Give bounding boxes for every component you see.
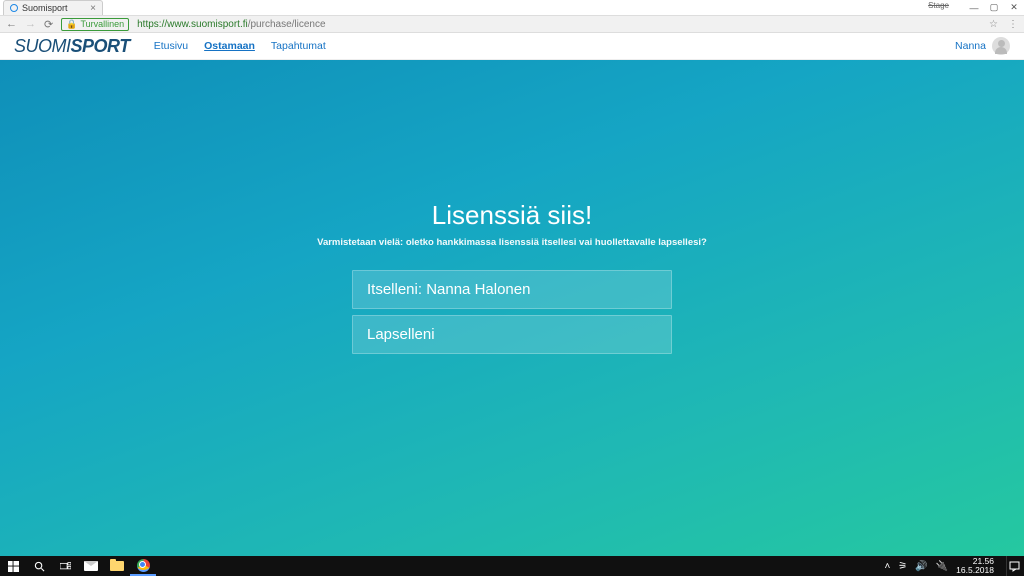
notifications-button[interactable] [1006,556,1022,576]
window-close-button[interactable]: ✕ [1004,0,1024,15]
date-label: 16.5.2018 [956,566,994,575]
taskbar-explorer[interactable] [104,556,130,576]
folder-icon [110,561,124,571]
lock-icon: 🔒 [66,19,77,30]
clock[interactable]: 21.56 16.5.2018 [956,557,998,575]
reload-icon[interactable]: ⟳ [44,18,53,31]
browser-tab[interactable]: Suomisport × [3,0,103,15]
app-header: SUOMISPORT Etusivu Ostamaan Tapahtumat N… [0,33,1024,60]
url-display[interactable]: https://www.suomisport.fi/purchase/licen… [137,19,325,30]
mail-icon [84,561,98,571]
tab-title: Suomisport [22,3,68,13]
brand-logo[interactable]: SUOMISPORT [14,36,130,57]
forward-icon: → [25,18,36,30]
window-titlebar: Suomisport × Stage — ▢ ✕ [0,0,1024,15]
tab-close-icon[interactable]: × [90,3,96,14]
option-child-button[interactable]: Lapselleni [352,315,672,354]
secure-badge[interactable]: 🔒 Turvallinen [61,18,129,31]
brand-part1: SUOMI [14,36,71,56]
star-icon[interactable]: ☆ [989,19,998,30]
tray-chevron-icon[interactable]: ˄ [884,561,890,572]
taskview-button[interactable] [52,556,78,576]
url-host: https://www.suomisport.fi [137,19,248,30]
window-controls: — ▢ ✕ [964,0,1024,15]
windows-icon [8,561,19,572]
start-button[interactable] [0,556,26,576]
url-path: /purchase/licence [248,19,326,30]
user-name: Nanna [955,40,986,52]
option-self-button[interactable]: Itselleni: Nanna Halonen [352,270,672,309]
taskbar-chrome[interactable] [130,556,156,576]
search-icon [34,561,45,572]
main-nav: Etusivu Ostamaan Tapahtumat [154,40,326,52]
maximize-button[interactable]: ▢ [984,0,1004,15]
hero-title: Lisenssiä siis! [432,200,592,231]
nav-home[interactable]: Etusivu [154,40,188,52]
nav-buy[interactable]: Ostamaan [204,40,255,52]
hero-section: Lisenssiä siis! Varmistetaan vielä: olet… [0,60,1024,556]
taskbar-mail[interactable] [78,556,104,576]
secure-label: Turvallinen [80,19,124,29]
taskview-icon [60,561,71,572]
chrome-icon [137,559,150,572]
system-tray: ˄ ⚞ 🔊 🔌 21.56 16.5.2018 [884,556,1024,576]
search-button[interactable] [26,556,52,576]
taskbar: ˄ ⚞ 🔊 🔌 21.56 16.5.2018 [0,556,1024,576]
nav-events[interactable]: Tapahtumat [271,40,326,52]
hero-subtitle: Varmistetaan vielä: oletko hankkimassa l… [317,237,707,248]
back-icon[interactable]: ← [6,18,17,30]
brand-part2: SPORT [71,36,130,56]
address-bar: ← → ⟳ 🔒 Turvallinen https://www.suomispo… [0,15,1024,33]
volume-icon[interactable]: 🔊 [915,561,927,572]
user-area[interactable]: Nanna [955,37,1010,55]
minimize-button[interactable]: — [964,0,984,15]
menu-icon[interactable]: ⋮ [1008,19,1018,30]
stage-label: Stage [928,1,949,10]
favicon-icon [10,4,18,12]
notification-icon [1009,561,1020,572]
wifi-icon[interactable]: ⚞ [898,561,907,572]
power-icon[interactable]: 🔌 [936,561,948,572]
avatar-icon [992,37,1010,55]
